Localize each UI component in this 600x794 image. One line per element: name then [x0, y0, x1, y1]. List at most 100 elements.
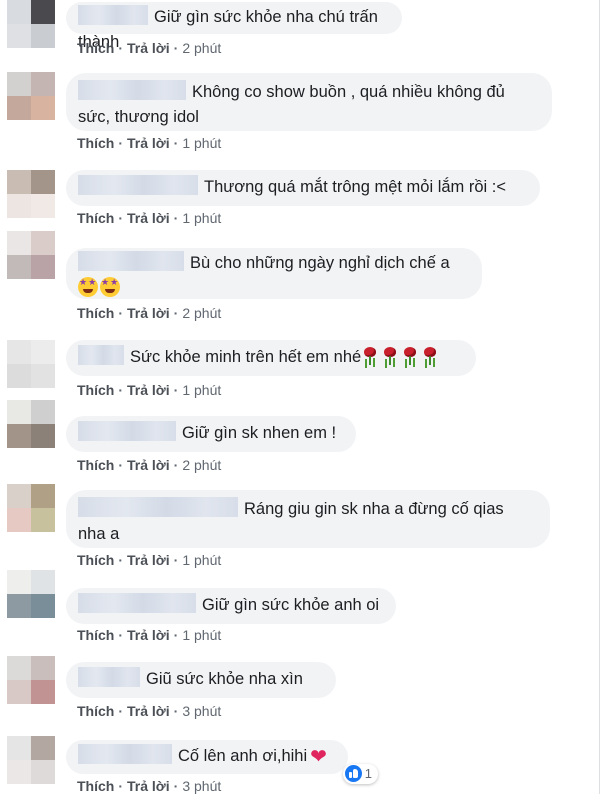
- avatar-blur-tile: [7, 760, 31, 784]
- avatar-blur-tile: [31, 194, 55, 218]
- avatar-blur-tile: [7, 400, 31, 424]
- avatar-blur-tile: [7, 570, 31, 594]
- heart-emoji: ❤: [310, 746, 327, 768]
- reply-link[interactable]: Trả lời: [127, 778, 170, 794]
- reply-link[interactable]: Trả lời: [127, 135, 170, 151]
- star-struck-emoji: [100, 276, 120, 297]
- dot-separator: ·: [118, 40, 124, 56]
- like-link[interactable]: Thích: [77, 210, 114, 226]
- like-link[interactable]: Thích: [77, 305, 114, 321]
- comment-timestamp[interactable]: 1 phút: [182, 135, 221, 151]
- commenter-avatar[interactable]: [7, 170, 55, 218]
- comment-bubble: Không co show buồn , quá nhiều không đủ …: [66, 73, 552, 131]
- commenter-avatar[interactable]: [7, 0, 55, 48]
- comment-timestamp[interactable]: 1 phút: [182, 552, 221, 568]
- reply-link[interactable]: Trả lời: [127, 305, 170, 321]
- star-struck-emoji: [78, 276, 98, 297]
- avatar-blur-tile: [31, 736, 55, 760]
- commenter-name-redacted[interactable]: [78, 345, 124, 365]
- dot-separator: ·: [118, 778, 124, 794]
- comment-timestamp[interactable]: 2 phút: [182, 305, 221, 321]
- comment-timestamp[interactable]: 2 phút: [182, 40, 221, 56]
- avatar-blur-tile: [31, 364, 55, 388]
- dot-separator: ·: [118, 135, 124, 151]
- dot-separator: ·: [118, 552, 124, 568]
- commenter-name-redacted[interactable]: [78, 497, 238, 517]
- avatar-blur-tile: [31, 231, 55, 255]
- reply-link[interactable]: Trả lời: [127, 210, 170, 226]
- comment-timestamp[interactable]: 2 phút: [182, 457, 221, 473]
- comment-timestamp[interactable]: 1 phút: [182, 382, 221, 398]
- dot-separator: ·: [118, 210, 124, 226]
- commenter-avatar[interactable]: [7, 736, 55, 784]
- commenter-name-redacted[interactable]: [78, 421, 176, 441]
- commenter-name-redacted[interactable]: [78, 593, 196, 613]
- comment-bubble: Cố lên anh ơi,hihi ❤ 1: [66, 740, 378, 784]
- commenter-avatar[interactable]: [7, 231, 55, 279]
- like-link[interactable]: Thích: [77, 457, 114, 473]
- commenter-avatar[interactable]: [7, 340, 55, 388]
- reply-link[interactable]: Trả lời: [127, 382, 170, 398]
- comment-timestamp[interactable]: 3 phút: [182, 778, 221, 794]
- reaction-count-badge[interactable]: 1: [342, 764, 378, 784]
- avatar-blur-tile: [7, 72, 31, 96]
- comment-text: Giữ gìn sức khỏe anh oi: [202, 596, 380, 614]
- like-link[interactable]: Thích: [77, 382, 114, 398]
- commenter-avatar[interactable]: [7, 484, 55, 532]
- avatar-blur-tile: [31, 96, 55, 120]
- comment-text: Giũ sức khỏe nha xìn: [146, 670, 303, 688]
- avatar-blur-tile: [31, 340, 55, 364]
- comment-timestamp[interactable]: 1 phút: [182, 627, 221, 643]
- comment-actions: Thích · Trả lời · 1 phút: [77, 551, 221, 569]
- commenter-name-redacted[interactable]: [78, 744, 172, 764]
- avatar-blur-tile: [31, 255, 55, 279]
- commenter-avatar[interactable]: [7, 400, 55, 448]
- comment-bubble: Giữ gìn sức khỏe nha chú trấn thành: [66, 2, 402, 51]
- comment-actions: Thích · Trả lời · 1 phút: [77, 381, 221, 399]
- rose-emoji: [381, 346, 399, 366]
- dot-separator: ·: [173, 135, 179, 151]
- avatar-blur-tile: [7, 484, 31, 508]
- comment-bubble: Ráng giu gin sk nha a đừng cố qias nha a: [66, 490, 550, 548]
- reply-link[interactable]: Trả lời: [127, 703, 170, 719]
- comment-actions: Thích · Trả lời · 2 phút: [77, 456, 221, 474]
- reply-link[interactable]: Trả lời: [127, 40, 170, 56]
- comment-text: Sức khỏe minh trên hết em nhé: [130, 348, 362, 366]
- commenter-name-redacted[interactable]: [78, 251, 184, 271]
- commenter-avatar[interactable]: [7, 656, 55, 704]
- commenter-avatar[interactable]: [7, 72, 55, 120]
- like-link[interactable]: Thích: [77, 135, 114, 151]
- avatar-blur-tile: [31, 656, 55, 680]
- reply-link[interactable]: Trả lời: [127, 457, 170, 473]
- commenter-avatar[interactable]: [7, 570, 55, 618]
- dot-separator: ·: [173, 627, 179, 643]
- avatar-blur-tile: [31, 72, 55, 96]
- comment-actions: Thích · Trả lời · 2 phút: [77, 39, 221, 57]
- avatar-blur-tile: [7, 170, 31, 194]
- avatar-blur-tile: [31, 508, 55, 532]
- comment-bubble: Giũ sức khỏe nha xìn: [66, 662, 336, 698]
- like-link[interactable]: Thích: [77, 552, 114, 568]
- like-link[interactable]: Thích: [77, 778, 114, 794]
- dot-separator: ·: [173, 40, 179, 56]
- commenter-name-redacted[interactable]: [78, 5, 148, 25]
- comment-timestamp[interactable]: 1 phút: [182, 210, 221, 226]
- avatar-blur-tile: [7, 508, 31, 532]
- comment-text: Thương quá mắt trông mệt mỏi lắm rồi :<: [204, 178, 507, 196]
- reply-link[interactable]: Trả lời: [127, 627, 170, 643]
- like-reaction-icon: [344, 765, 362, 782]
- commenter-name-redacted[interactable]: [78, 175, 198, 195]
- dot-separator: ·: [118, 627, 124, 643]
- commenter-name-redacted[interactable]: [78, 80, 186, 100]
- reply-link[interactable]: Trả lời: [127, 552, 170, 568]
- dot-separator: ·: [173, 703, 179, 719]
- like-link[interactable]: Thích: [77, 703, 114, 719]
- comment-bubble: Sức khỏe minh trên hết em nhé: [66, 340, 476, 376]
- avatar-blur-tile: [31, 570, 55, 594]
- avatar-blur-tile: [7, 680, 31, 704]
- rose-emoji: [401, 346, 419, 366]
- commenter-name-redacted[interactable]: [78, 667, 140, 687]
- like-link[interactable]: Thích: [77, 627, 114, 643]
- comment-timestamp[interactable]: 3 phút: [182, 703, 221, 719]
- like-link[interactable]: Thích: [77, 40, 114, 56]
